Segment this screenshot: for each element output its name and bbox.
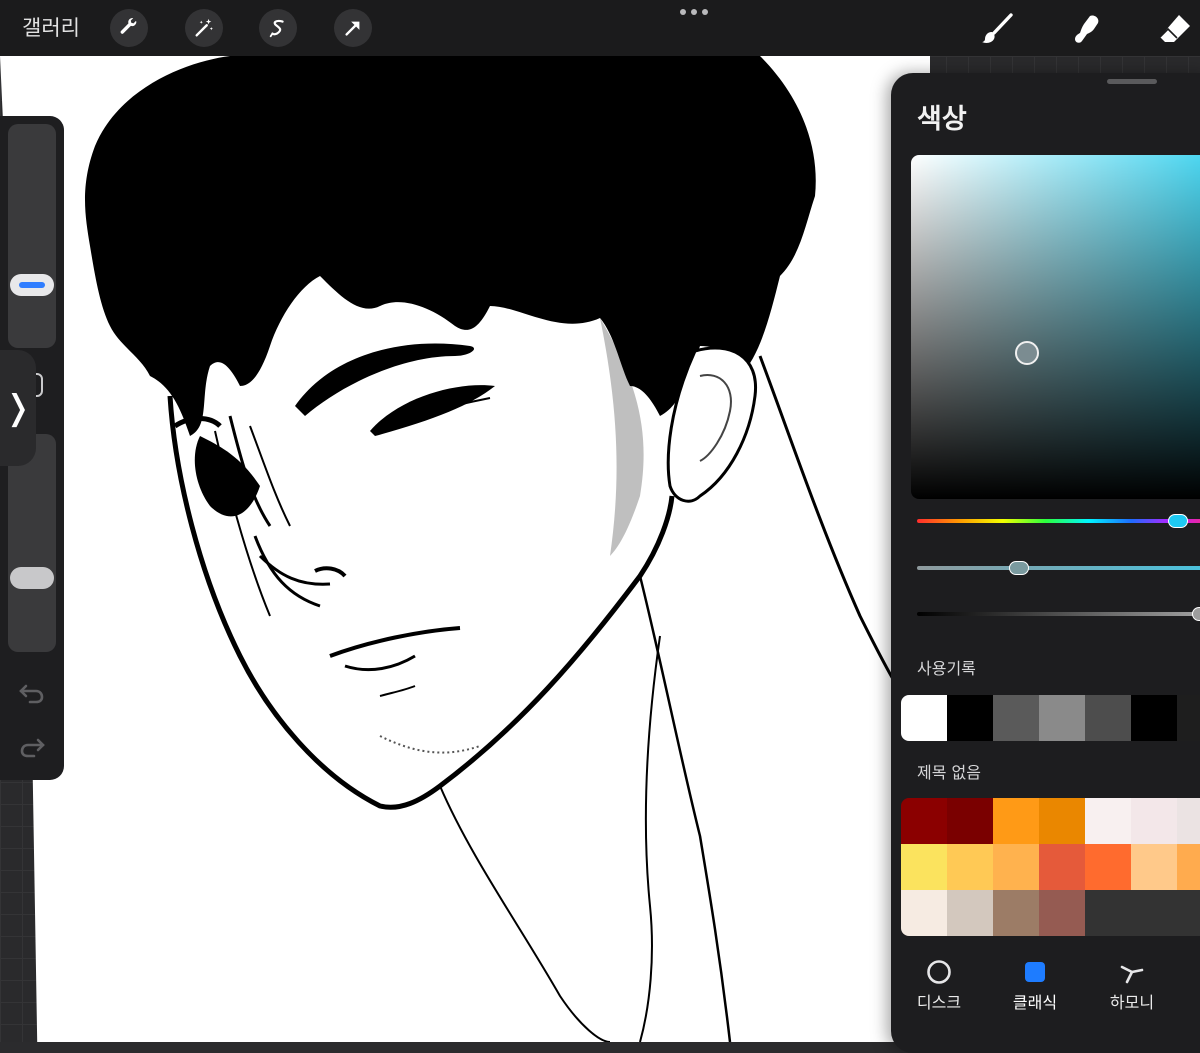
drawing-canvas[interactable] bbox=[0, 56, 930, 1042]
palette-swatch[interactable] bbox=[1039, 844, 1085, 890]
palette-swatch[interactable] bbox=[1131, 890, 1177, 936]
palette-swatch[interactable] bbox=[993, 844, 1039, 890]
history-swatch[interactable] bbox=[1085, 695, 1131, 741]
color-history bbox=[901, 695, 1200, 741]
palette-swatch[interactable] bbox=[1085, 798, 1131, 844]
tab-classic[interactable]: 클래식 bbox=[995, 953, 1075, 1013]
saturation-slider[interactable] bbox=[917, 561, 1200, 575]
sidebar-expand-tab[interactable]: ❭ bbox=[0, 350, 36, 466]
brightness-slider-knob[interactable] bbox=[1192, 607, 1200, 621]
color-palette bbox=[901, 798, 1200, 936]
palette-swatch[interactable] bbox=[901, 844, 947, 890]
tab-disc[interactable]: 디스크 bbox=[899, 953, 979, 1013]
classic-square-icon bbox=[1022, 959, 1048, 985]
actions-button[interactable] bbox=[110, 9, 148, 47]
history-swatch[interactable] bbox=[947, 695, 993, 741]
wrench-icon bbox=[120, 18, 137, 34]
more-options-icon[interactable] bbox=[680, 9, 708, 15]
selection-s-icon bbox=[269, 19, 284, 38]
harmony-icon bbox=[1119, 959, 1145, 985]
brush-icon bbox=[982, 13, 1013, 43]
brightness-slider[interactable] bbox=[917, 607, 1200, 621]
brush-opacity-handle[interactable] bbox=[10, 567, 54, 589]
hue-slider-knob[interactable] bbox=[1168, 514, 1188, 528]
saturation-brightness-picker[interactable] bbox=[911, 155, 1200, 499]
tab-harmony[interactable]: 하모니 bbox=[1092, 953, 1172, 1013]
eraser-icon bbox=[1159, 15, 1190, 42]
redo-icon[interactable] bbox=[18, 734, 46, 762]
chevron-right-icon: ❭ bbox=[3, 388, 33, 428]
size-accent-bar bbox=[19, 282, 45, 288]
palette-swatch[interactable] bbox=[901, 798, 947, 844]
manga-portrait-artwork bbox=[85, 56, 930, 1042]
palette-swatch[interactable] bbox=[901, 890, 947, 936]
color-mode-tabs: 디스크 클래식 하모니 bbox=[891, 953, 1200, 1017]
history-swatch[interactable] bbox=[1131, 695, 1177, 741]
history-swatch[interactable] bbox=[1177, 695, 1200, 741]
hue-slider[interactable] bbox=[917, 514, 1200, 528]
palette-swatch[interactable] bbox=[1085, 844, 1131, 890]
palette-label: 제목 없음 bbox=[917, 763, 981, 782]
history-swatch[interactable] bbox=[1039, 695, 1085, 741]
history-label: 사용기록 bbox=[917, 659, 976, 678]
color-panel: 색상 사용기록 제목 없음 디스크 클래식 하모니 bbox=[891, 73, 1200, 1053]
selection-button[interactable] bbox=[259, 9, 297, 47]
paint-brush-button[interactable] bbox=[978, 10, 1016, 48]
palette-swatch[interactable] bbox=[1131, 798, 1177, 844]
palette-swatch[interactable] bbox=[993, 798, 1039, 844]
palette-swatch[interactable] bbox=[947, 844, 993, 890]
tab-classic-label: 클래식 bbox=[1012, 993, 1058, 1012]
history-swatch[interactable] bbox=[901, 695, 947, 741]
palette-swatch[interactable] bbox=[1085, 890, 1131, 936]
undo-icon[interactable] bbox=[18, 680, 46, 708]
palette-swatch[interactable] bbox=[993, 890, 1039, 936]
transform-button[interactable] bbox=[334, 9, 372, 47]
smudge-button[interactable] bbox=[1068, 10, 1106, 48]
palette-swatch[interactable] bbox=[1177, 844, 1200, 890]
panel-title: 색상 bbox=[917, 104, 967, 135]
gallery-button[interactable]: 갤러리 bbox=[22, 12, 80, 42]
brush-opacity-slider[interactable] bbox=[8, 434, 56, 652]
brush-size-slider[interactable] bbox=[8, 124, 56, 348]
top-toolbar: 갤러리 bbox=[0, 0, 1200, 56]
palette-swatch[interactable] bbox=[947, 798, 993, 844]
adjustments-button[interactable] bbox=[185, 9, 223, 47]
magic-wand-icon bbox=[195, 18, 213, 37]
brush-size-handle[interactable] bbox=[10, 274, 54, 296]
color-picker-knob[interactable] bbox=[1015, 341, 1039, 365]
palette-swatch[interactable] bbox=[947, 890, 993, 936]
smudge-icon bbox=[1075, 15, 1099, 43]
panel-grabber[interactable] bbox=[1107, 79, 1157, 84]
palette-swatch[interactable] bbox=[1039, 798, 1085, 844]
tab-disc-label: 디스크 bbox=[916, 993, 962, 1012]
palette-swatch[interactable] bbox=[1039, 890, 1085, 936]
palette-swatch[interactable] bbox=[1131, 844, 1177, 890]
palette-swatch[interactable] bbox=[1177, 890, 1200, 936]
eraser-button[interactable] bbox=[1156, 10, 1194, 48]
transform-arrow-icon bbox=[345, 21, 360, 36]
saturation-slider-knob[interactable] bbox=[1009, 561, 1029, 575]
tab-harmony-label: 하모니 bbox=[1109, 993, 1155, 1012]
disc-circle-icon bbox=[926, 959, 952, 985]
palette-swatch[interactable] bbox=[1177, 798, 1200, 844]
history-swatch[interactable] bbox=[993, 695, 1039, 741]
